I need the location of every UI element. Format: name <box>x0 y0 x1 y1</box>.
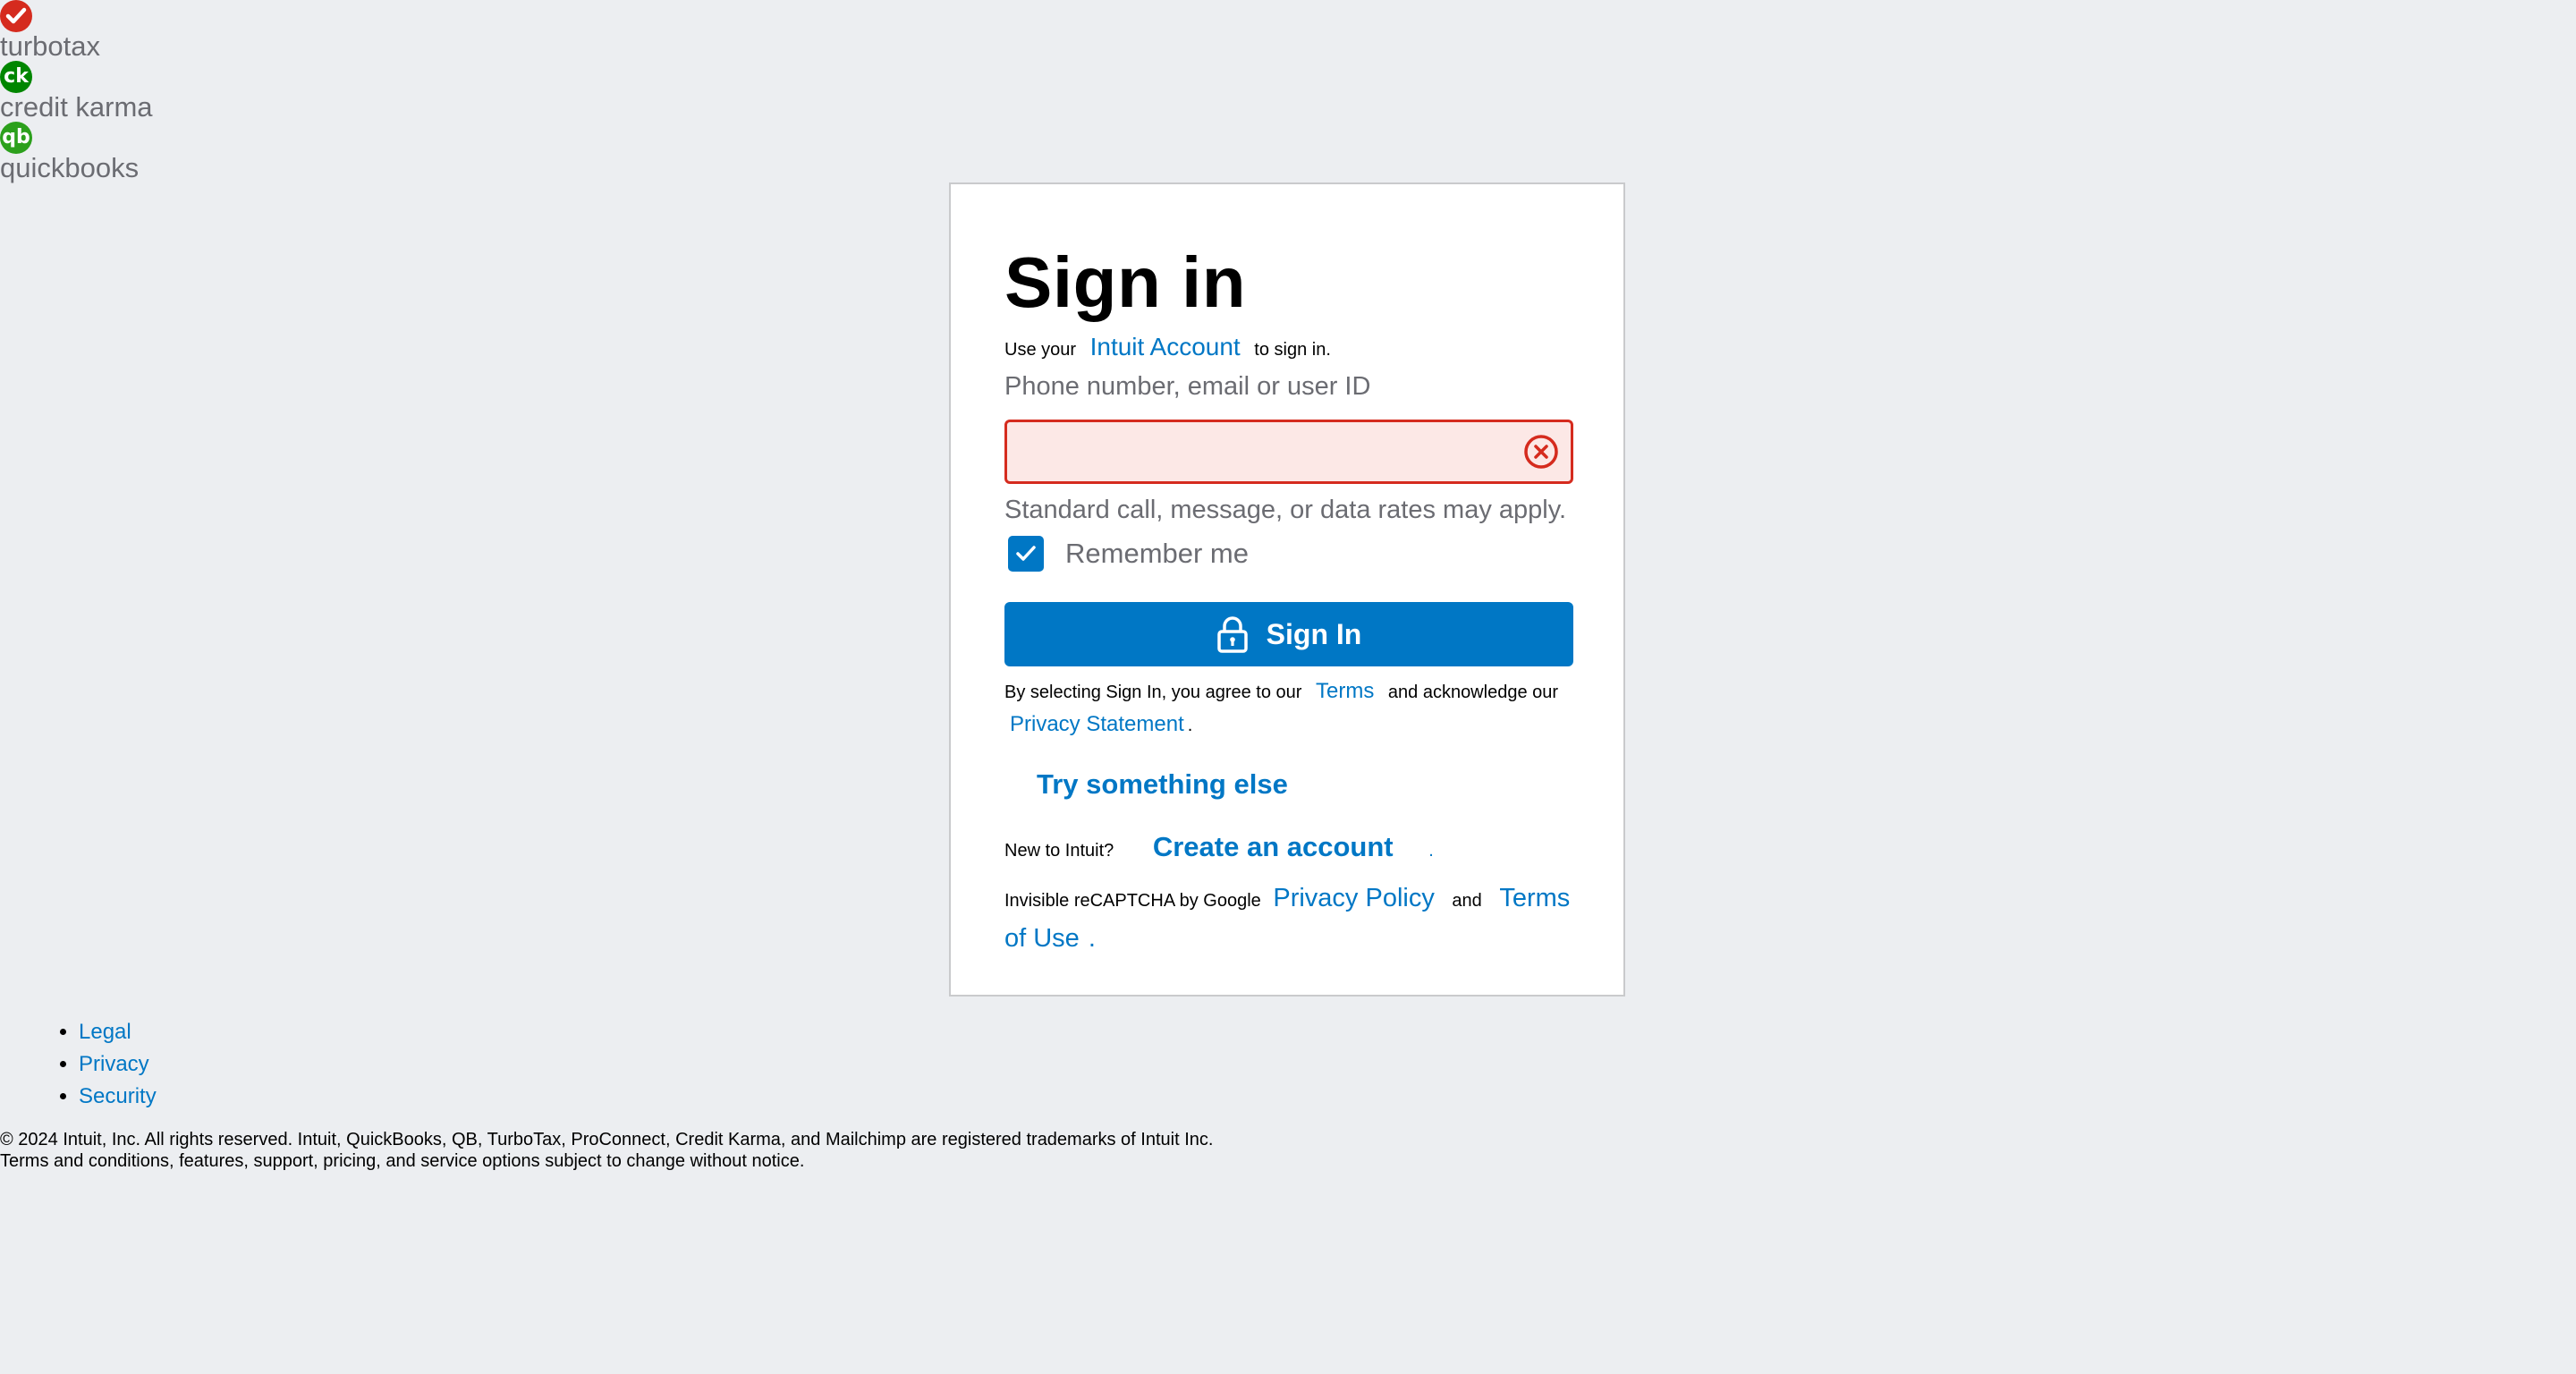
terms-link[interactable]: Terms <box>1316 679 1374 703</box>
brand-quickbooks[interactable]: qb quickbooks <box>0 122 233 183</box>
recaptcha-and: and <box>1452 891 1482 911</box>
brand-turbotax[interactable]: turbotax <box>0 0 233 62</box>
user-id-input[interactable] <box>1004 420 1573 484</box>
sign-in-button[interactable]: Sign In <box>1004 602 1573 666</box>
remember-me-checkbox[interactable] <box>1008 536 1044 572</box>
recaptcha-notice: Invisible reCAPTCHA by Google Privacy Po… <box>1004 879 1573 960</box>
quickbooks-logo-icon: qb <box>0 122 32 154</box>
brand-name-turbotax: turbotax <box>0 30 101 62</box>
remember-me-row: Remember me <box>1004 534 1573 573</box>
intuit-account-link[interactable]: Intuit Account <box>1090 333 1241 360</box>
agreement-text: By selecting Sign In, you agree to our T… <box>1004 675 1573 742</box>
credit-karma-logo-icon: ck <box>0 61 32 93</box>
recaptcha-prefix: Invisible reCAPTCHA by Google <box>1004 891 1261 911</box>
privacy-statement-link[interactable]: Privacy Statement <box>1010 712 1184 736</box>
try-something-else-link[interactable]: Try something else <box>1037 767 1573 802</box>
agreement-middle: and acknowledge our <box>1387 683 1559 702</box>
signin-card: Sign in Use your Intuit Account to sign … <box>949 182 1625 997</box>
new-to-intuit-text: New to Intuit? <box>1004 841 1114 861</box>
subtitle-prefix: Use your <box>1004 340 1077 360</box>
error-clear-icon[interactable] <box>1523 434 1559 470</box>
sign-in-button-label: Sign In <box>1266 617 1362 650</box>
brand-name-quickbooks: quickbooks <box>0 152 140 183</box>
signin-form: Sign in Use your Intuit Account to sign … <box>1004 238 1573 960</box>
brand-name-credit-karma: credit karma <box>0 91 153 123</box>
agreement-prefix: By selecting Sign In, you agree to our <box>1004 683 1302 702</box>
create-account-link[interactable]: Create an account <box>1153 831 1394 862</box>
user-id-field-wrapper <box>1004 420 1573 484</box>
create-account-suffix: . <box>1428 841 1434 861</box>
lock-icon <box>1216 616 1248 653</box>
footer-item-privacy: Privacy <box>79 1048 157 1081</box>
page-title: Sign in <box>1004 242 1247 322</box>
brand-list: turbotax ck credit karma qb quickbooks <box>0 0 233 183</box>
new-to-intuit-row: New to Intuit? Create an account . <box>1004 829 1573 869</box>
copyright-line-1: © 2024 Intuit, Inc. All rights reserved.… <box>0 1130 1214 1149</box>
rates-hint: Standard call, message, or data rates ma… <box>1004 496 1567 524</box>
checkmark-icon <box>1016 546 1036 561</box>
recaptcha-suffix: . <box>1088 924 1096 953</box>
turbotax-logo-icon <box>0 0 32 32</box>
subtitle-suffix: to sign in. <box>1254 340 1331 360</box>
legal-link[interactable]: Legal <box>79 1020 131 1044</box>
agreement-suffix: . <box>1187 716 1193 735</box>
user-id-label: Phone number, email or user ID <box>1004 372 1371 401</box>
footer-links: Legal Privacy Security <box>0 1016 157 1113</box>
footer-item-legal: Legal <box>79 1016 157 1048</box>
brand-credit-karma[interactable]: ck credit karma <box>0 61 233 123</box>
security-link[interactable]: Security <box>79 1084 157 1108</box>
signin-subtitle: Use your Intuit Account to sign in. <box>1004 331 1573 366</box>
copyright-line-2: Terms and conditions, features, support,… <box>0 1151 805 1171</box>
footer-item-security: Security <box>79 1081 157 1113</box>
copyright: © 2024 Intuit, Inc. All rights reserved.… <box>0 1129 1213 1172</box>
privacy-link[interactable]: Privacy <box>79 1052 149 1076</box>
remember-me-label: Remember me <box>1065 538 1249 569</box>
recaptcha-privacy-link[interactable]: Privacy Policy <box>1273 884 1435 912</box>
